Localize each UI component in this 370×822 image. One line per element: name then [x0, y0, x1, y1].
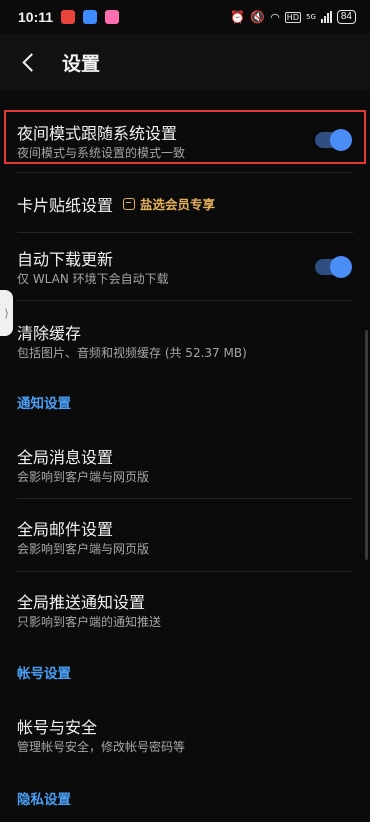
setting-global-mail[interactable]: 全局邮件设置 会影响到客户端与网页版: [0, 502, 370, 570]
app-header: 设置: [0, 34, 370, 90]
setting-card-sticker[interactable]: 卡片贴纸设置 盐选会员专享: [0, 174, 370, 232]
divider: [17, 300, 353, 301]
setting-account-security[interactable]: 帐号与安全 管理帐号安全，修改帐号密码等: [0, 700, 370, 768]
section-title-privacy: 隐私设置: [17, 792, 71, 808]
divider: [17, 172, 353, 173]
divider: [17, 232, 353, 233]
back-button[interactable]: [0, 34, 56, 90]
setting-global-push[interactable]: 全局推送通知设置 只影响到客户端的通知推送: [0, 575, 370, 643]
status-right: ⏰ 🔇 ◠ HD 5G 84: [230, 10, 356, 24]
wifi-icon: ◠: [270, 10, 280, 24]
vip-badge: 盐选会员专享: [123, 194, 215, 213]
setting-clear-cache[interactable]: 清除缓存 包括图片、音频和视频缓存 (共 52.37 MB): [0, 304, 370, 368]
highlight-annotation: [4, 110, 366, 164]
notification-app-icon: [83, 10, 98, 24]
status-bar: 10:11 ⏰ 🔇 ◠ HD 5G 84: [0, 0, 370, 34]
scrollbar[interactable]: [365, 330, 368, 560]
setting-global-message[interactable]: 全局消息设置 会影响到客户端与网页版: [0, 430, 370, 498]
signal-icon: [320, 11, 332, 23]
notification-app-icon: [61, 10, 76, 24]
chevron-right-icon: ⟩: [4, 306, 9, 320]
hd-label: HD: [284, 11, 301, 23]
network-type-label: 5G: [305, 13, 316, 21]
section-title-account: 帐号设置: [17, 666, 71, 682]
section-title-notifications: 通知设置: [17, 396, 71, 412]
setting-subtitle: 会影响到客户端与网页版: [17, 470, 150, 484]
page-title: 设置: [62, 52, 101, 75]
divider: [17, 498, 353, 499]
status-time: 10:11: [18, 9, 54, 25]
setting-subtitle: 只影响到客户端的通知推送: [17, 615, 162, 629]
setting-subtitle: 会影响到客户端与网页版: [17, 542, 150, 556]
setting-title: 清除缓存: [17, 324, 82, 343]
setting-subtitle: 包括图片、音频和视频缓存 (共 52.37 MB): [17, 346, 247, 360]
alarm-icon: ⏰: [230, 10, 246, 24]
battery-icon: 84: [336, 10, 356, 24]
setting-title: 帐号与安全: [17, 718, 98, 737]
notification-app-icon: [105, 10, 120, 24]
toggle-knob: [330, 256, 352, 278]
setting-subtitle: 仅 WLAN 环境下会自动下载: [17, 272, 169, 286]
setting-title: 全局邮件设置: [17, 520, 114, 539]
setting-title: 自动下载更新: [17, 250, 114, 269]
setting-title: 全局消息设置: [17, 448, 114, 467]
vip-label: 盐选会员专享: [140, 197, 216, 212]
side-panel-handle[interactable]: ⟩: [0, 290, 13, 336]
status-left: 10:11: [18, 9, 120, 25]
setting-auto-update[interactable]: 自动下载更新 仅 WLAN 环境下会自动下载: [0, 236, 370, 300]
setting-subtitle: 管理帐号安全，修改帐号密码等: [17, 740, 186, 754]
divider: [17, 571, 353, 572]
auto-update-toggle[interactable]: [315, 256, 352, 278]
crown-icon: [123, 197, 135, 210]
setting-title: 全局推送通知设置: [17, 593, 146, 612]
chevron-left-icon: [21, 52, 41, 72]
setting-title: 卡片贴纸设置: [17, 196, 114, 215]
mute-icon: 🔇: [250, 10, 266, 24]
